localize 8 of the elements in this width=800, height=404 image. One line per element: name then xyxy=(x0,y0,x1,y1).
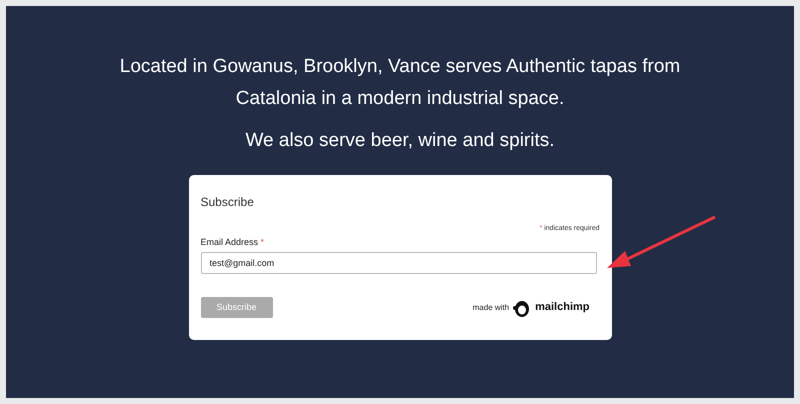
form-title: Subscribe xyxy=(200,194,255,211)
intro-text: We also serve beer, wine and spirits. xyxy=(245,129,555,153)
brand-text: mailchimp xyxy=(535,300,590,316)
intro-text: Located in Gowanus, Brooklyn, Vance serves Authentic tapas from Catalonia in a modern industrial space. xyxy=(118,55,682,111)
email-field[interactable]: test@gmail.com xyxy=(200,252,596,274)
made-with-text: made with xyxy=(472,302,510,314)
arrow-icon xyxy=(607,215,717,270)
email-label: Email Address * xyxy=(200,236,266,248)
